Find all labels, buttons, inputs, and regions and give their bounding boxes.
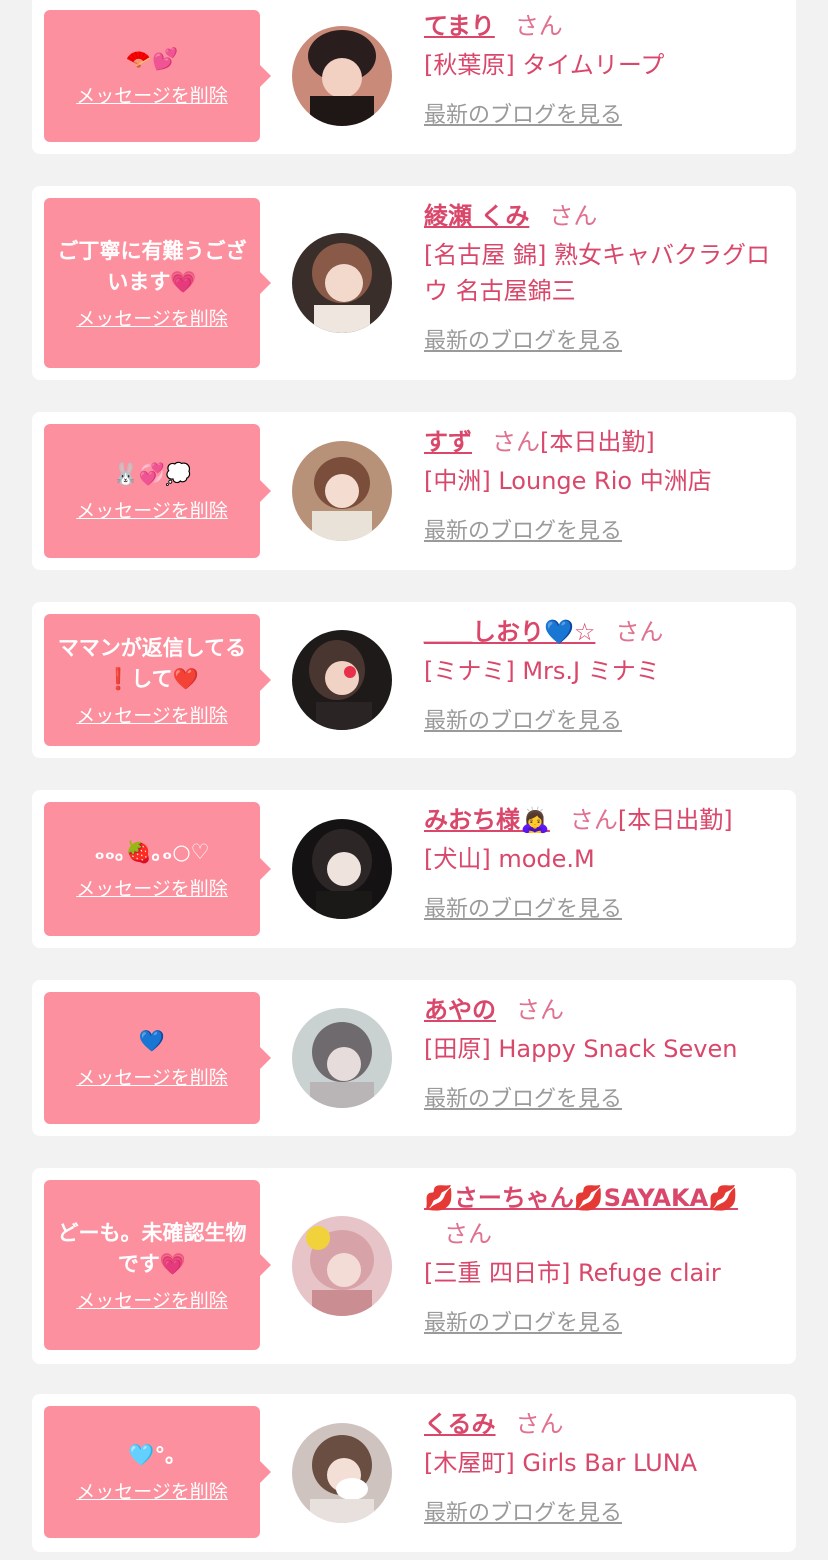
message-text: 🩵°｡: [128, 1443, 176, 1467]
delete-message-link[interactable]: メッセージを削除: [76, 496, 228, 523]
delete-message-link[interactable]: メッセージを削除: [76, 874, 228, 901]
profile-info: 綾瀬 くみ さん [名古屋 錦] 熟女キャバクラグロウ 名古屋錦三 最新のブログを…: [424, 198, 774, 355]
delete-message-link[interactable]: メッセージを削除: [76, 81, 228, 108]
avatar[interactable]: [292, 441, 392, 541]
shop-text: [中洲] Lounge Rio 中洲店: [424, 467, 712, 495]
message-text: 🪭💕: [125, 47, 179, 71]
shop-text: [犬山] mode.M: [424, 845, 595, 873]
message-text: 🐰💞💭: [112, 462, 192, 486]
latest-blog-link[interactable]: 最新のブログを見る: [424, 323, 622, 355]
shop-text: [木屋町] Girls Bar LUNA: [424, 1449, 698, 1477]
delete-message-link[interactable]: メッセージを削除: [76, 304, 228, 331]
shop-text: [名古屋 錦] 熟女キャバクラグロウ 名古屋錦三: [424, 241, 770, 305]
name-link[interactable]: すず: [424, 428, 472, 456]
name-link[interactable]: みおち様🙇‍♀️: [424, 806, 550, 834]
message-text: 💙: [138, 1029, 166, 1053]
honorific: さん: [549, 202, 598, 230]
profile-info: みおち様🙇‍♀️ さん[本日出勤] [犬山] mode.M 最新のブログを見る: [424, 802, 774, 923]
message-card: ご丁寧に有難うございます💗 メッセージを削除 綾瀬 くみ さん [名古屋 錦] 熟…: [32, 186, 796, 380]
message-bubble: ₒₒ｡🍓｡ₒ○♡ メッセージを削除: [44, 802, 271, 936]
shop-text: [秋葉原] タイムリープ: [424, 51, 665, 79]
avatar[interactable]: [292, 1008, 392, 1108]
message-text: ママンが返信してる❗️して❤️: [57, 635, 247, 691]
honorific: さん: [516, 996, 564, 1024]
honorific: さん: [615, 618, 664, 646]
latest-blog-link[interactable]: 最新のブログを見る: [424, 513, 622, 545]
delete-message-link[interactable]: メッセージを削除: [76, 1063, 228, 1090]
message-bubble: 💙 メッセージを削除: [44, 992, 271, 1124]
avatar[interactable]: [292, 1216, 392, 1316]
profile-info: てまり さん [秋葉原] タイムリープ 最新のブログを見る: [424, 8, 774, 129]
delete-message-link[interactable]: メッセージを削除: [76, 1286, 228, 1313]
message-card: ママンが返信してる❗️して❤️ メッセージを削除 ＿＿しおり💙☆ さん [ミナミ]…: [32, 602, 796, 758]
profile-info: 💋さーちゃん💋SAYAKA💋 さん [三重 四日市] Refuge clair 最…: [424, 1180, 774, 1337]
message-bubble: ママンが返信してる❗️して❤️ メッセージを削除: [44, 614, 271, 746]
name-link[interactable]: あやの: [424, 996, 496, 1024]
latest-blog-link[interactable]: 最新のブログを見る: [424, 891, 622, 923]
latest-blog-link[interactable]: 最新のブログを見る: [424, 1081, 622, 1113]
avatar[interactable]: [292, 1423, 392, 1523]
message-card: 🪭💕 メッセージを削除 てまり さん [秋葉原] タイムリープ 最新のブログを見る: [32, 0, 796, 154]
shop-text: [三重 四日市] Refuge clair: [424, 1259, 721, 1287]
message-card: ₒₒ｡🍓｡ₒ○♡ メッセージを削除 みおち様🙇‍♀️ さん[本日出勤] [犬山] …: [32, 790, 796, 948]
honorific: さん: [569, 806, 618, 834]
message-bubble: 🐰💞💭 メッセージを削除: [44, 424, 271, 558]
message-text: ご丁寧に有難うございます💗: [57, 238, 247, 294]
message-text: どーも。未確認生物です💗: [57, 1220, 247, 1276]
message-card: どーも。未確認生物です💗 メッセージを削除 💋さーちゃん💋SAYAKA💋 さん […: [32, 1168, 796, 1364]
status-text: [本日出勤]: [540, 428, 655, 456]
name-link[interactable]: 💋さーちゃん💋SAYAKA💋: [424, 1184, 738, 1212]
avatar[interactable]: [292, 630, 392, 730]
message-card: 💙 メッセージを削除 あやの さん [田原] Happy Snack Seven …: [32, 980, 796, 1136]
profile-info: ＿＿しおり💙☆ さん [ミナミ] Mrs.J ミナミ 最新のブログを見る: [424, 614, 774, 735]
shop-text: [ミナミ] Mrs.J ミナミ: [424, 657, 660, 685]
delete-message-link[interactable]: メッセージを削除: [76, 701, 228, 728]
avatar[interactable]: [292, 233, 392, 333]
message-card: 🩵°｡ メッセージを削除 くるみ さん [木屋町] Girls Bar LUNA …: [32, 1394, 796, 1552]
name-link[interactable]: ＿＿しおり💙☆: [424, 618, 595, 646]
shop-text: [田原] Happy Snack Seven: [424, 1035, 738, 1063]
name-link[interactable]: 綾瀬 くみ: [424, 202, 529, 230]
honorific: さん: [515, 1410, 564, 1438]
message-bubble: 🩵°｡ メッセージを削除: [44, 1406, 271, 1538]
status-text: [本日出勤]: [617, 806, 733, 834]
latest-blog-link[interactable]: 最新のブログを見る: [424, 703, 622, 735]
delete-message-link[interactable]: メッセージを削除: [76, 1477, 228, 1504]
latest-blog-link[interactable]: 最新のブログを見る: [424, 1495, 622, 1527]
message-bubble: 🪭💕 メッセージを削除: [44, 10, 271, 142]
honorific: さん: [514, 12, 563, 40]
message-text: ₒₒ｡🍓｡ₒ○♡: [94, 840, 210, 864]
latest-blog-link[interactable]: 最新のブログを見る: [424, 1305, 622, 1337]
honorific: さん: [444, 1220, 492, 1248]
profile-info: すず さん[本日出勤] [中洲] Lounge Rio 中洲店 最新のブログを見る: [424, 424, 774, 545]
avatar[interactable]: [292, 819, 392, 919]
message-bubble: どーも。未確認生物です💗 メッセージを削除: [44, 1180, 271, 1350]
message-bubble: ご丁寧に有難うございます💗 メッセージを削除: [44, 198, 271, 368]
avatar[interactable]: [292, 26, 392, 126]
name-link[interactable]: くるみ: [424, 1410, 496, 1438]
latest-blog-link[interactable]: 最新のブログを見る: [424, 97, 622, 129]
profile-info: あやの さん [田原] Happy Snack Seven 最新のブログを見る: [424, 992, 774, 1113]
name-link[interactable]: てまり: [424, 12, 495, 40]
honorific: さん: [492, 428, 540, 456]
profile-info: くるみ さん [木屋町] Girls Bar LUNA 最新のブログを見る: [424, 1406, 774, 1527]
message-card: 🐰💞💭 メッセージを削除 すず さん[本日出勤] [中洲] Lounge Rio …: [32, 412, 796, 570]
